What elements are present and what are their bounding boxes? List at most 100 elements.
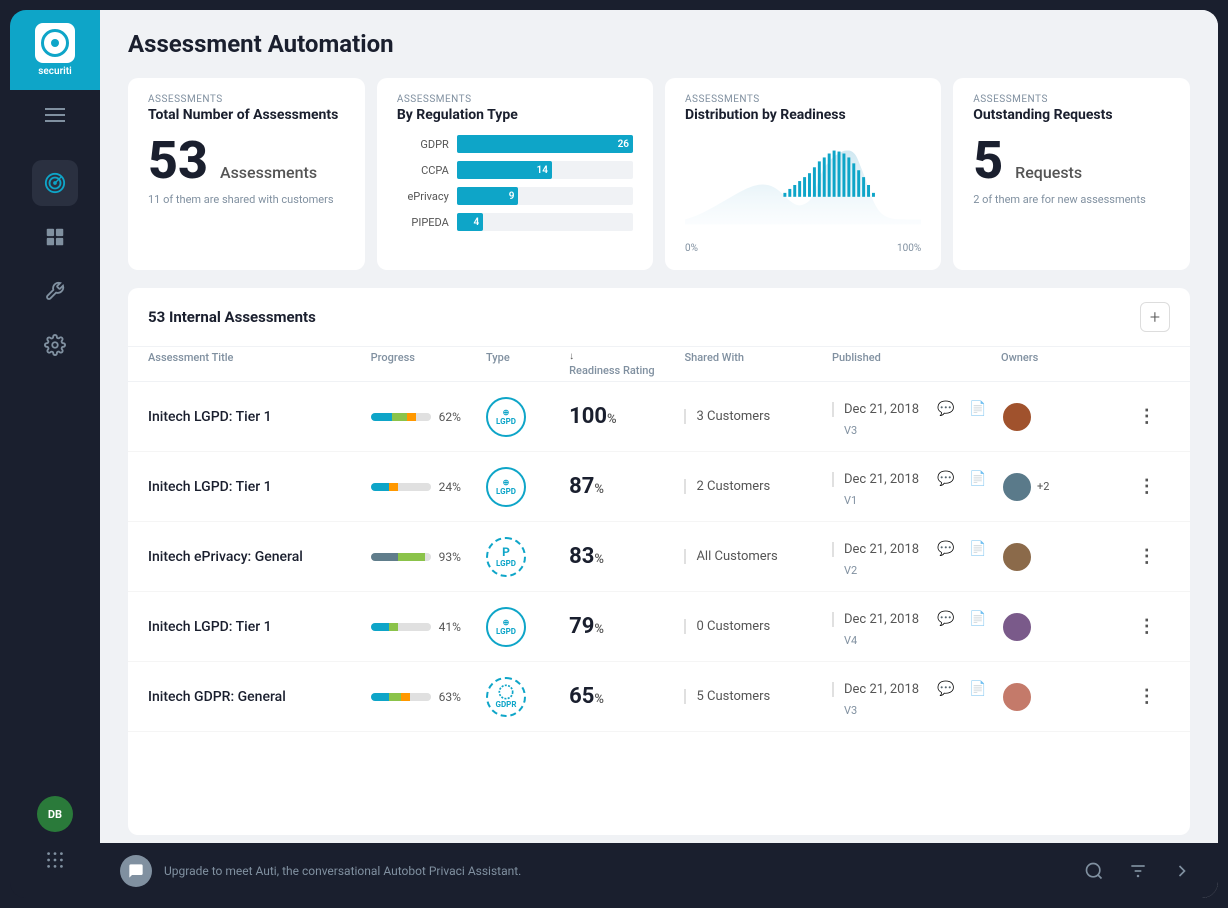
col-header-readiness: ↓ Readiness Rating — [569, 351, 676, 377]
user-avatar-button[interactable]: DB — [37, 796, 73, 832]
chat-icon-button[interactable]: 💬 — [933, 466, 959, 492]
doc-icon-button[interactable]: 📄 — [965, 396, 991, 422]
published-cell: Dec 21, 2018 💬 📄 V4 — [832, 606, 993, 647]
sidebar-item-radar[interactable] — [32, 160, 78, 206]
doc-icon-button[interactable]: 📄 — [965, 676, 991, 702]
doc-icon-button[interactable]: 📄 — [965, 606, 991, 632]
col-header-shared: Shared With — [684, 351, 824, 377]
bar-value-gdpr: 26 — [618, 139, 629, 150]
doc-icon-button[interactable]: 📄 — [965, 536, 991, 562]
owners-cell: +2 — [1001, 471, 1130, 503]
row-actions-button[interactable]: ⋮ — [1138, 406, 1170, 427]
outstanding-requests-card: Assessments Outstanding Requests 5 Reque… — [953, 78, 1190, 270]
pub-version: V1 — [832, 494, 993, 507]
pub-version: V3 — [832, 424, 993, 437]
col-header-progress: Progress — [371, 351, 478, 377]
bar-fill-eprivacy: 9 — [457, 187, 519, 205]
row-title: Initech ePrivacy: General — [148, 549, 363, 565]
chat-icon-button[interactable]: 💬 — [933, 536, 959, 562]
dist-bar — [852, 163, 855, 196]
chat-icon-button[interactable]: 💬 — [933, 606, 959, 632]
page-title: Assessment Automation — [128, 30, 1190, 58]
bar-label-ccpa: CCPA — [397, 164, 449, 177]
bar-track-eprivacy: 9 — [457, 187, 633, 205]
dist-bar — [803, 177, 806, 197]
doc-icon-button[interactable]: 📄 — [965, 466, 991, 492]
pub-date: Dec 21, 2018 — [832, 682, 919, 697]
navigate-button[interactable] — [1166, 855, 1198, 887]
dist-section-label: Assessments — [685, 94, 921, 105]
table-row: Initech LGPD: Tier 1 62% — [128, 382, 1190, 452]
outstanding-section-label: Assessments — [973, 94, 1170, 105]
pub-version: V3 — [832, 704, 993, 717]
readiness-number: 65% — [569, 684, 604, 709]
dist-bar — [798, 181, 801, 197]
dist-bar — [828, 154, 831, 197]
pub-version: V4 — [832, 634, 993, 647]
chat-icon-button[interactable]: 💬 — [933, 676, 959, 702]
grid-dots-button[interactable] — [37, 842, 73, 878]
hamburger-button[interactable] — [10, 90, 100, 140]
filter-button[interactable] — [1122, 855, 1154, 887]
chat-bubble-icon — [120, 855, 152, 887]
row-actions-button[interactable]: ⋮ — [1138, 546, 1170, 567]
bar-row-eprivacy: ePrivacy 9 — [397, 187, 633, 205]
readiness-number: 79% — [569, 614, 604, 639]
pub-date: Dec 21, 2018 — [832, 402, 919, 417]
outstanding-big-number: 5 — [973, 135, 1003, 187]
progress-seg — [371, 623, 389, 631]
published-cell: Dec 21, 2018 💬 📄 V1 — [832, 466, 993, 507]
dist-bar — [793, 185, 796, 197]
owner-avatar — [1001, 541, 1033, 573]
progress-seg — [371, 553, 398, 561]
grid-dots-icon — [44, 849, 66, 871]
progress-seg — [410, 693, 431, 701]
type-label: GDPR — [496, 700, 517, 709]
sidebar-item-dashboard[interactable] — [32, 214, 78, 260]
main-content: Assessment Automation Assessments Total … — [100, 10, 1218, 898]
pub-date: Dec 21, 2018 — [832, 472, 919, 487]
table-body: Initech LGPD: Tier 1 62% — [128, 382, 1190, 835]
bar-track-gdpr: 26 — [457, 135, 633, 153]
progress-pct: 41% — [439, 620, 461, 634]
type-badge-gdpr: GDPR — [486, 677, 526, 717]
table-header: 53 Internal Assessments + — [128, 288, 1190, 347]
search-button[interactable] — [1078, 855, 1110, 887]
sidebar-item-tools[interactable] — [32, 268, 78, 314]
published-cell: Dec 21, 2018 💬 📄 V3 — [832, 396, 993, 437]
row-actions-button[interactable]: ⋮ — [1138, 616, 1170, 637]
dist-bar — [788, 189, 791, 197]
dist-axis-end: 100% — [897, 243, 921, 254]
navigate-icon — [1172, 861, 1192, 881]
readiness-number: 87% — [569, 474, 604, 499]
table-row: Initech LGPD: Tier 1 24% ⊕ — [128, 452, 1190, 522]
outstanding-number-area: 5 Requests — [973, 135, 1170, 187]
readiness-value: 65% — [569, 684, 676, 709]
total-unit: Assessments — [220, 163, 317, 182]
outstanding-sub-text: 2 of them are for new assessments — [973, 193, 1170, 206]
row-actions-button[interactable]: ⋮ — [1138, 476, 1170, 497]
sidebar: securiti DB — [10, 10, 100, 898]
bar-fill-ccpa: 14 — [457, 161, 552, 179]
readiness-number: 100% — [569, 404, 616, 429]
chat-icon-button[interactable]: 💬 — [933, 396, 959, 422]
sidebar-item-settings[interactable] — [32, 322, 78, 368]
progress-seg — [389, 483, 398, 491]
dist-bar — [857, 170, 860, 197]
table-row: Initech GDPR: General 63% — [128, 662, 1190, 732]
progress-container: 41% — [371, 620, 478, 634]
logo-area: securiti — [10, 10, 100, 90]
hamburger-icon — [45, 114, 65, 116]
add-assessment-button[interactable]: + — [1140, 302, 1170, 332]
total-card-title: Total Number of Assessments — [148, 107, 345, 123]
logo-text: securiti — [38, 66, 71, 77]
owners-cell — [1001, 541, 1130, 573]
pub-version: V2 — [832, 564, 993, 577]
row-actions-button[interactable]: ⋮ — [1138, 686, 1170, 707]
assessments-table-section: 53 Internal Assessments + Assessment Tit… — [128, 288, 1190, 835]
pub-date: Dec 21, 2018 — [832, 612, 919, 627]
progress-bar — [371, 483, 431, 491]
type-icon: P — [502, 545, 510, 559]
pub-icons: 💬 📄 — [933, 606, 991, 632]
published-cell: Dec 21, 2018 💬 📄 V3 — [832, 676, 993, 717]
